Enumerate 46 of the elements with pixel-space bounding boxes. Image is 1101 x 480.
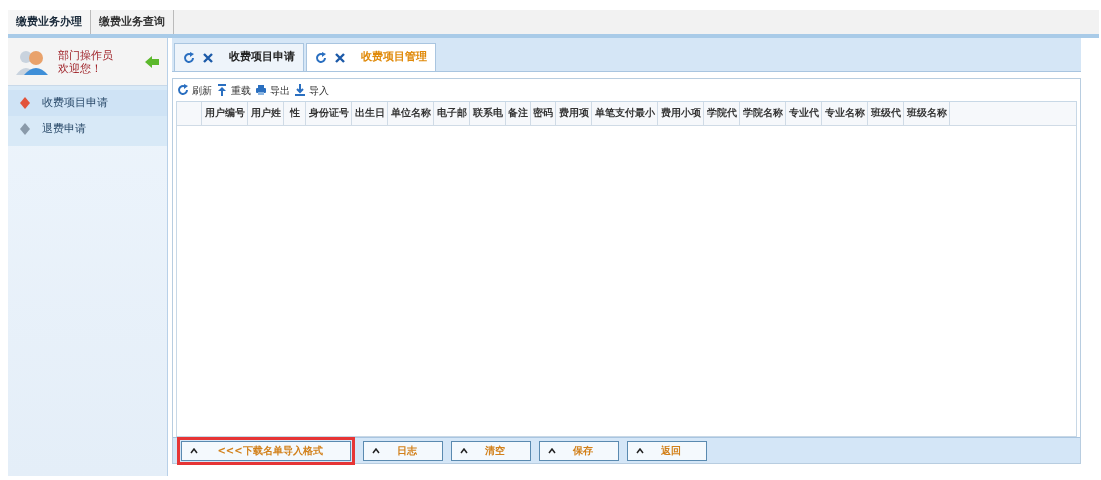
close-icon[interactable]: [203, 52, 213, 63]
download-icon: [294, 84, 306, 96]
sidebar-item[interactable]: 退费申请: [8, 116, 167, 142]
menu-tab[interactable]: 缴费业务查询: [91, 10, 174, 34]
column-header: 备注: [505, 102, 530, 125]
column-header: 电子邮: [433, 102, 469, 125]
caret-up-icon: [190, 447, 198, 454]
refresh-icon: [177, 84, 189, 96]
refresh-icon[interactable]: [315, 51, 327, 64]
column-header: 联系电: [469, 102, 505, 125]
column-header: 出生日: [351, 102, 387, 125]
column-header: 用户编号: [201, 102, 247, 125]
caret-up-icon: [548, 447, 556, 454]
printer-icon: [255, 84, 267, 96]
column-header: 学院代: [703, 102, 739, 125]
column-header: 班级代: [867, 102, 903, 125]
toolbar-button[interactable]: 导出: [255, 82, 290, 98]
diamond-icon: [20, 97, 30, 109]
sidebar-item[interactable]: 收费项目申请: [8, 90, 167, 116]
diamond-icon: [20, 123, 30, 135]
caret-up-icon: [636, 447, 644, 454]
close-icon[interactable]: [335, 52, 345, 63]
column-header: 专业名称: [821, 102, 867, 125]
menu-tab[interactable]: 缴费业务办理: [8, 10, 91, 34]
column-header: 单位名称: [387, 102, 433, 125]
column-header: 用户姓: [247, 102, 283, 125]
column-header: 身份证号: [305, 102, 351, 125]
upload-icon: [216, 84, 228, 96]
user-role: 部门操作员: [58, 48, 113, 62]
toolbar-button[interactable]: 刷新: [177, 82, 212, 98]
toolbar-button[interactable]: 导入: [294, 82, 329, 98]
caret-up-icon: [372, 447, 380, 454]
column-header: 密码: [530, 102, 555, 125]
column-header: 班级名称: [903, 102, 949, 125]
welcome-text: 欢迎您！: [58, 61, 103, 75]
column-header: 费用小项: [657, 102, 703, 125]
column-header: 费用项: [555, 102, 591, 125]
column-header: 学院名称: [739, 102, 785, 125]
column-header: 专业代: [785, 102, 821, 125]
tab[interactable]: 收费项目申请: [174, 43, 304, 71]
toolbar-button[interactable]: 重载: [216, 82, 251, 98]
column-header: 性: [283, 102, 305, 125]
user-avatar-icon: [16, 48, 50, 75]
refresh-icon[interactable]: [183, 51, 195, 64]
column-header: 单笔支付最小: [591, 102, 657, 125]
caret-up-icon: [460, 447, 468, 454]
